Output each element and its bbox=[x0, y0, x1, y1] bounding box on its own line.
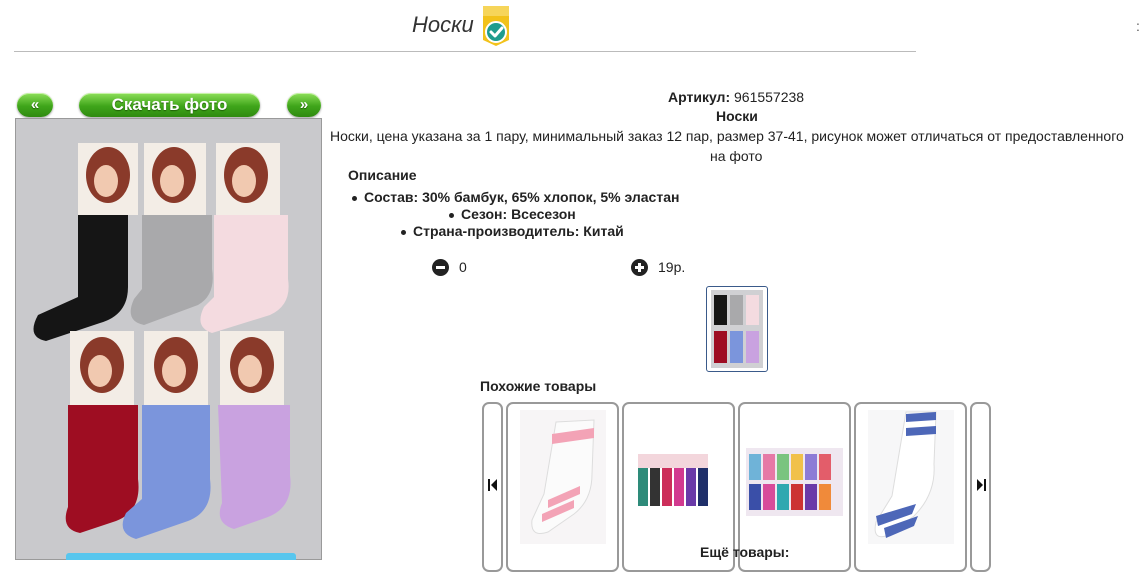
spec-item: Страна-производитель: Китай bbox=[401, 223, 624, 239]
minus-circle-icon[interactable] bbox=[432, 259, 449, 276]
triangle-right-icon bbox=[977, 479, 986, 491]
similar-product-card[interactable] bbox=[854, 402, 967, 572]
similar-product-card[interactable] bbox=[506, 402, 619, 572]
product-name: Носки bbox=[716, 108, 758, 124]
product-description-cont: на фото bbox=[710, 148, 763, 164]
article-value: 961557238 bbox=[734, 89, 805, 105]
triangle-left-icon bbox=[488, 479, 497, 491]
bullet-icon bbox=[449, 212, 454, 218]
spec-text: Страна-производитель: Китай bbox=[413, 223, 624, 239]
main-product-photo[interactable] bbox=[15, 118, 322, 560]
bullet-icon bbox=[352, 195, 357, 201]
carousel-next-button[interactable] bbox=[970, 402, 991, 572]
more-products-title: Ещё товары: bbox=[700, 544, 790, 560]
description-title: Описание bbox=[348, 167, 417, 183]
bullet-icon bbox=[401, 229, 406, 235]
similar-products-title: Похожие товары bbox=[480, 378, 597, 394]
spec-text: Состав: 30% бамбук, 65% хлопок, 5% эласт… bbox=[364, 189, 680, 205]
photo-thumbnail[interactable] bbox=[706, 286, 768, 372]
spec-item: Сезон: Всесезон bbox=[449, 206, 576, 222]
price-value: 19р. bbox=[658, 259, 686, 275]
verified-badge-icon bbox=[482, 6, 510, 46]
spec-item: Состав: 30% бамбук, 65% хлопок, 5% эласт… bbox=[352, 189, 679, 205]
photo-caption-bar bbox=[66, 553, 296, 560]
plus-circle-icon[interactable] bbox=[631, 259, 648, 276]
download-photo-button[interactable]: Скачать фото bbox=[79, 93, 260, 117]
article-label: Артикул: bbox=[668, 89, 731, 105]
carousel-prev-button[interactable] bbox=[482, 402, 503, 572]
corner-mark: : bbox=[1136, 18, 1140, 34]
quantity-value: 0 bbox=[459, 259, 467, 275]
next-photo-button[interactable]: » bbox=[287, 93, 321, 117]
page-title: Носки bbox=[412, 12, 474, 37]
product-description: Носки, цена указана за 1 пару, минимальн… bbox=[330, 128, 1124, 144]
spec-text: Сезон: Всесезон bbox=[461, 206, 576, 222]
header-divider bbox=[14, 51, 916, 52]
product-article: Артикул: 961557238 bbox=[668, 89, 804, 105]
prev-photo-button[interactable]: « bbox=[17, 93, 53, 117]
